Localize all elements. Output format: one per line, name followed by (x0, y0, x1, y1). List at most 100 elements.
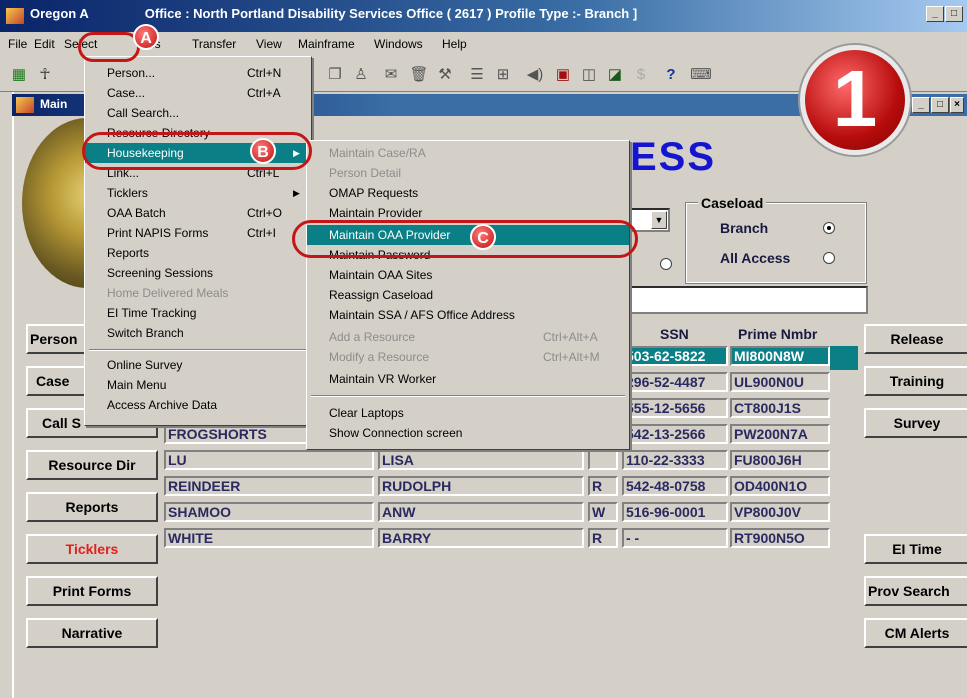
select-menu-item[interactable]: Print NAPIS Forms Ctrl+I (85, 223, 311, 243)
cell-prime-nmbr[interactable]: OD400N1O (730, 476, 830, 496)
select-menu-item[interactable]: EI Time Tracking (85, 303, 311, 323)
housekeeping-menu-item[interactable]: OMAP Requests (307, 183, 629, 203)
cell-ssn[interactable]: 503-62-5822 (622, 346, 728, 366)
housekeeping-menu-item[interactable]: Maintain Case/RA (307, 143, 629, 163)
menu-mainframe[interactable]: Mainframe (298, 37, 355, 51)
minimize-button[interactable]: _ (926, 6, 944, 22)
cell-flag[interactable]: W (588, 502, 618, 522)
grid-icon[interactable]: ▦ (8, 64, 30, 86)
housekeeping-menu-item[interactable]: Clear Laptops (307, 403, 629, 423)
housekeeping-menu-item[interactable]: Show Connection screen (307, 423, 629, 443)
housekeeping-menu-item[interactable]: Maintain OAA Sites (307, 265, 629, 285)
select-menu-item[interactable]: Call Search... (85, 103, 311, 123)
cell-flag[interactable]: R (588, 476, 618, 496)
cell-ssn[interactable]: 516-96-0001 (622, 502, 728, 522)
dollar-icon[interactable]: $ (630, 64, 652, 86)
cell-last-name[interactable]: REINDEER (164, 476, 374, 496)
cell-prime-nmbr[interactable]: UL900N0U (730, 372, 830, 392)
main-close-button[interactable]: × (950, 97, 964, 113)
cm-alerts-button[interactable]: CM Alerts (864, 618, 967, 648)
select-menu-item[interactable]: Screening Sessions (85, 263, 311, 283)
cell-prime-nmbr[interactable]: PW200N7A (730, 424, 830, 444)
housekeeping-menu-item[interactable]: Maintain VR Worker (307, 369, 629, 389)
cell-ssn[interactable]: 296-52-4487 (622, 372, 728, 392)
cell-flag[interactable] (588, 450, 618, 470)
cell-first-name[interactable]: LISA (378, 450, 584, 470)
cell-prime-nmbr[interactable]: FU800J6H (730, 450, 830, 470)
select-menu-item[interactable]: Case... Ctrl+A (85, 83, 311, 103)
cell-last-name[interactable]: SHAMOO (164, 502, 374, 522)
cell-ssn[interactable]: 110-22-3333 (622, 450, 728, 470)
cell-ssn[interactable]: 555-12-5656 (622, 398, 728, 418)
calendar-icon[interactable]: ▣ (552, 64, 574, 86)
select-menu-item-label: Case... (107, 86, 146, 100)
housekeeping-menu-item[interactable]: Person Detail (307, 163, 629, 183)
housekeeping-menu-item[interactable]: Reassign Caseload (307, 285, 629, 305)
submenu-arrow-icon: ▶ (293, 188, 300, 198)
cell-flag[interactable]: R (588, 528, 618, 548)
wand-icon[interactable]: ⚒ (434, 64, 456, 86)
training-button[interactable]: Training (864, 366, 967, 396)
resource-dir-button[interactable]: Resource Dir (26, 450, 158, 480)
tree-icon[interactable]: ⊞ (492, 64, 514, 86)
select-menu-item[interactable]: Main Menu (85, 375, 311, 395)
folder-icon[interactable]: ◪ (604, 64, 626, 86)
ticklers-button[interactable]: Ticklers (26, 534, 158, 564)
menu-help[interactable]: Help (442, 37, 467, 51)
housekeeping-menu-item[interactable]: Modify a Resource Ctrl+Alt+M (307, 347, 629, 367)
release-button[interactable]: Release (864, 324, 967, 354)
cell-prime-nmbr[interactable]: MI800N8W (730, 346, 830, 366)
select-menu-item[interactable]: Home Delivered Meals (85, 283, 311, 303)
caseload-allaccess-radio[interactable] (823, 252, 835, 264)
chevron-down-icon[interactable]: ▼ (651, 211, 667, 229)
help-icon[interactable]: ? (660, 64, 682, 86)
menu-transfer[interactable]: Transfer (192, 37, 236, 51)
select-menu-item[interactable]: Access Archive Data (85, 395, 311, 415)
cell-ssn[interactable]: 542-48-0758 (622, 476, 728, 496)
mail-icon[interactable]: ✉ (380, 64, 402, 86)
select-menu-item[interactable]: OAA Batch Ctrl+O (85, 203, 311, 223)
copy-icon[interactable]: ❐ (324, 64, 346, 86)
main-minimize-button[interactable]: _ (912, 97, 930, 113)
cell-ssn[interactable]: - - (622, 528, 728, 548)
prov-search-button[interactable]: Prov Search (864, 576, 967, 606)
book-icon[interactable]: ◫ (578, 64, 600, 86)
housekeeping-menu-item[interactable]: Add a Resource Ctrl+Alt+A (307, 327, 629, 347)
cell-last-name[interactable]: WHITE (164, 528, 374, 548)
runner-icon[interactable]: ☥ (34, 64, 56, 86)
trash-icon[interactable]: 🗑 (408, 64, 430, 86)
caseload-branch-radio[interactable] (823, 222, 835, 234)
stack-icon[interactable]: ☰ (466, 64, 488, 86)
speaker-icon[interactable]: ◀) (524, 64, 546, 86)
cell-first-name[interactable]: RUDOLPH (378, 476, 584, 496)
menu-view[interactable]: View (256, 37, 282, 51)
keyboard-icon[interactable]: ⌨ (690, 64, 712, 86)
survey-button[interactable]: Survey (864, 408, 967, 438)
housekeeping-menu-item[interactable]: Maintain SSA / AFS Office Address (307, 305, 629, 325)
print-forms-button[interactable]: Print Forms (26, 576, 158, 606)
reports-button[interactable]: Reports (26, 492, 158, 522)
menu-file[interactable]: File (8, 37, 27, 51)
search-input[interactable] (628, 286, 868, 314)
radio-unlabeled[interactable] (660, 258, 672, 270)
cell-prime-nmbr[interactable]: RT900N5O (730, 528, 830, 548)
select-menu-item[interactable]: Online Survey (85, 355, 311, 375)
main-maximize-button[interactable]: □ (931, 97, 949, 113)
narrative-button[interactable]: Narrative (26, 618, 158, 648)
cell-first-name[interactable]: BARRY (378, 528, 584, 548)
cell-prime-nmbr[interactable]: VP800J0V (730, 502, 830, 522)
menu-windows[interactable]: Windows (374, 37, 423, 51)
select-menu-item[interactable]: Person... Ctrl+N (85, 63, 311, 83)
select-menu-item[interactable]: Ticklers ▶ (85, 183, 311, 203)
cell-ssn[interactable]: 542-13-2566 (622, 424, 728, 444)
menu-edit[interactable]: Edit (34, 37, 55, 51)
cell-prime-nmbr[interactable]: CT800J1S (730, 398, 830, 418)
cell-last-name[interactable]: LU (164, 450, 374, 470)
housekeeping-menu-item-label: OMAP Requests (329, 186, 419, 200)
stamp-icon[interactable]: ♙ (350, 64, 372, 86)
select-menu-item[interactable]: Switch Branch (85, 323, 311, 343)
ei-time-button[interactable]: EI Time (864, 534, 967, 564)
maximize-button[interactable]: □ (945, 6, 963, 22)
select-menu-item[interactable]: Reports (85, 243, 311, 263)
cell-first-name[interactable]: ANW (378, 502, 584, 522)
